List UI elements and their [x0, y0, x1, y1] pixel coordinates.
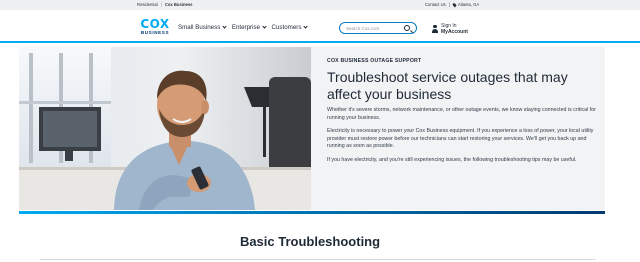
hero-paragraph: If you have electricity, and you're stil… — [327, 156, 577, 163]
separator: | — [448, 2, 450, 7]
location-label: Atlanta, GA — [457, 2, 480, 7]
utility-links: Contact Us | Atlanta, GA — [425, 2, 479, 7]
location-pin-icon — [451, 2, 457, 7]
separator: | — [160, 2, 162, 7]
my-account-label: MyAccount — [441, 29, 468, 35]
nav-enterprise[interactable]: Enterprise — [231, 24, 267, 31]
utility-bar: Residential | Cox Business Contact Us | … — [0, 0, 640, 10]
search-icon[interactable] — [404, 25, 410, 31]
nav-label: Customers — [271, 24, 302, 31]
nav-label: Small Business — [178, 24, 221, 31]
nav-label: Enterprise — [231, 24, 261, 31]
residential-link[interactable]: Residential — [137, 2, 158, 7]
location-selector[interactable]: Atlanta, GA — [451, 2, 480, 7]
nav-customers[interactable]: Customers — [271, 24, 308, 31]
chevron-down-icon — [222, 24, 227, 29]
main-header: COX BUSINESS Small Business Enterprise C… — [0, 10, 640, 42]
search-input[interactable] — [346, 25, 402, 32]
hero-accent-rule — [19, 211, 605, 214]
section-divider — [40, 259, 596, 260]
hero-photo — [19, 47, 311, 210]
section-title: Basic Troubleshooting — [239, 234, 381, 249]
hero-paragraph: Electricity is necessary to power your C… — [327, 128, 594, 150]
cox-business-logo[interactable]: COX BUSINESS — [137, 17, 173, 35]
chevron-down-icon — [261, 24, 267, 29]
search-box — [339, 22, 417, 34]
header-accent-rule — [0, 41, 640, 43]
outage-hero: COX BUSINESS OUTAGE SUPPORT Troubleshoot… — [19, 47, 605, 210]
segment-switcher: Residential | Cox Business — [137, 2, 193, 7]
logo-wordmark: COX — [140, 17, 170, 31]
user-icon — [431, 24, 438, 34]
page-title: Troubleshoot service outages that may af… — [327, 69, 568, 102]
contact-us-link[interactable]: Contact Us — [425, 2, 446, 7]
logo-subtitle: BUSINESS — [140, 30, 170, 35]
hero-content: COX BUSINESS OUTAGE SUPPORT Troubleshoot… — [327, 58, 605, 171]
nav-small-business[interactable]: Small Business — [178, 24, 227, 31]
chevron-down-icon — [303, 24, 308, 29]
hero-paragraph: Whether it's severe storms, network main… — [327, 107, 596, 121]
primary-nav: Small Business Enterprise Customers — [178, 24, 308, 31]
sign-in-button[interactable]: Sign In MyAccount — [431, 23, 468, 35]
hero-eyebrow: COX BUSINESS OUTAGE SUPPORT — [327, 58, 422, 64]
account-label: Sign In MyAccount — [441, 23, 468, 35]
cox-business-link[interactable]: Cox Business — [165, 2, 193, 7]
